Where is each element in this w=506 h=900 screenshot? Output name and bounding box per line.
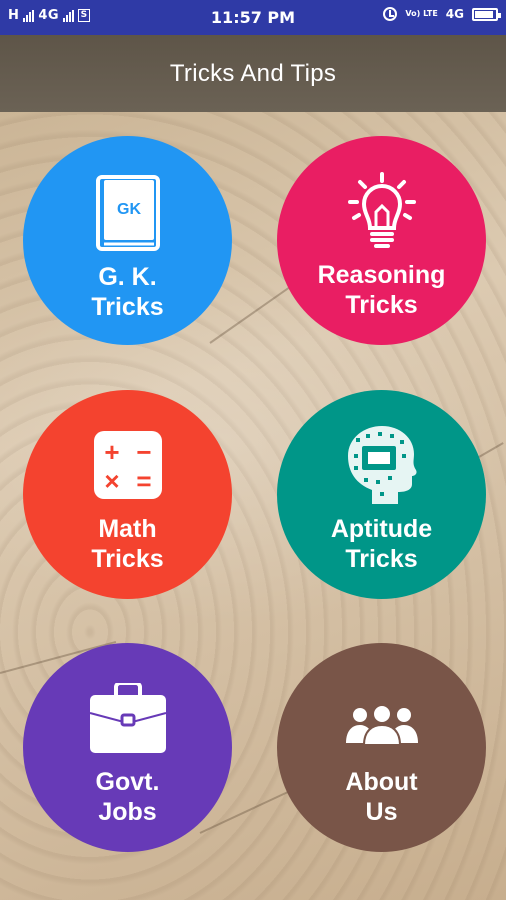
head-circuit-icon (277, 424, 486, 506)
book-icon: GK (23, 174, 232, 252)
volte-label: Vo) LTE (405, 9, 438, 18)
math-label-line2: Tricks (91, 545, 164, 573)
gk-label-line1: G. K. (98, 263, 157, 291)
times-symbol: × (104, 466, 119, 496)
gk-tricks-button[interactable]: GK G. K. Tricks (23, 136, 232, 345)
network2-label: 4G (445, 7, 464, 21)
reasoning-tricks-button[interactable]: Reasoning Tricks (277, 136, 486, 345)
toolbar-title: Tricks And Tips (169, 60, 337, 87)
minus-symbol: − (136, 437, 151, 467)
lightbulb-icon (277, 172, 486, 252)
alarm-icon (383, 7, 398, 21)
math-label-line1: Math (98, 515, 157, 543)
battery-icon (472, 7, 501, 21)
aptitude-tricks-label: Aptitude Tricks (277, 514, 486, 574)
govt-label-line1: Govt. (95, 768, 160, 796)
briefcase-icon (23, 683, 232, 755)
reasoning-label-line1: Reasoning (317, 261, 446, 289)
about-us-label: About Us (277, 767, 486, 827)
gk-tricks-label: G. K. Tricks (23, 262, 232, 322)
reasoning-label-line2: Tricks (345, 291, 418, 319)
status-right: Vo) LTE 4G (383, 7, 501, 21)
battery-fill (475, 10, 493, 18)
plus-symbol: + (104, 437, 119, 467)
equals-symbol: = (136, 466, 151, 496)
govt-jobs-button[interactable]: Govt. Jobs (23, 643, 232, 852)
about-label-line2: Us (365, 798, 398, 826)
math-tricks-label: Math Tricks (23, 514, 232, 574)
app-toolbar: Tricks And Tips (0, 35, 506, 112)
math-tricks-button[interactable]: + − × = Math Tricks (23, 390, 232, 599)
reasoning-tricks-label: Reasoning Tricks (277, 260, 486, 320)
aptitude-label-line2: Tricks (345, 545, 418, 573)
people-group-icon (277, 705, 486, 745)
govt-label-line2: Jobs (98, 798, 157, 826)
aptitude-label-line1: Aptitude (330, 515, 433, 543)
about-label-line1: About (345, 768, 418, 796)
about-us-button[interactable]: About Us (277, 643, 486, 852)
gk-book-text: GK (117, 201, 141, 218)
status-bar: H 4G S 11:57 PM Vo) LTE 4G (0, 0, 506, 35)
gk-label-line2: Tricks (91, 293, 164, 321)
aptitude-tricks-button[interactable]: Aptitude Tricks (277, 390, 486, 599)
calculator-icon: + − × = (23, 430, 232, 500)
govt-jobs-label: Govt. Jobs (23, 767, 232, 827)
